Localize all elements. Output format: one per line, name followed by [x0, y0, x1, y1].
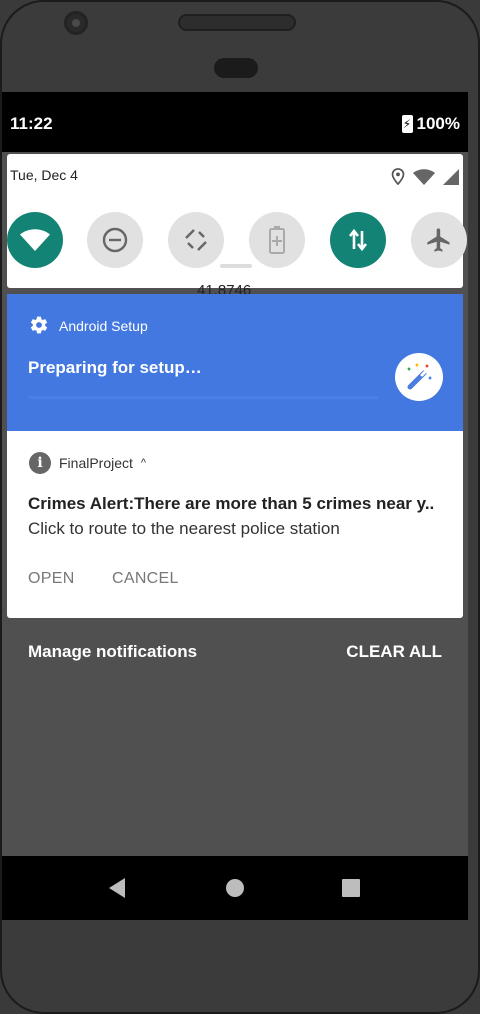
notification-text: Click to route to the nearest police sta… [28, 519, 340, 538]
mobile-data-tile[interactable] [330, 212, 386, 268]
collapse-caret-icon[interactable]: ^ [141, 457, 146, 469]
auto-rotate-tile[interactable] [168, 212, 224, 268]
settings-gear-icon [30, 316, 48, 334]
qs-status-icons [391, 168, 459, 185]
notification-title: Crimes Alert:There are more than 5 crime… [28, 494, 435, 513]
recents-square-icon [342, 879, 360, 897]
proximity-sensor [214, 58, 258, 78]
screen: 11:22 100% Tue, Dec 4 [2, 92, 468, 920]
front-camera [64, 11, 88, 35]
qs-tiles [7, 212, 467, 272]
qs-drag-handle[interactable] [220, 264, 252, 268]
battery-charging-icon [401, 115, 413, 133]
finalproject-app-name: FinalProject [59, 455, 133, 471]
info-icon: i [29, 452, 51, 474]
manage-notifications-link[interactable]: Manage notifications [28, 642, 197, 662]
airplane-mode-tile[interactable] [411, 212, 467, 268]
setup-app-name: Android Setup [59, 318, 148, 334]
quick-settings-panel: Tue, Dec 4 [7, 154, 467, 288]
finalproject-header: i FinalProject ^ [29, 452, 146, 474]
cell-signal-icon [443, 168, 459, 185]
navigation-bar [2, 856, 468, 920]
airplane-icon [427, 228, 450, 252]
android-setup-notification[interactable]: Android Setup Preparing for setup… [7, 294, 463, 431]
setup-wand-icon [395, 353, 443, 401]
battery-saver-tile[interactable] [249, 212, 305, 268]
clear-all-button[interactable]: CLEAR ALL [346, 642, 442, 662]
wifi-tile[interactable] [7, 212, 63, 268]
battery-saver-icon [269, 226, 285, 254]
location-icon [391, 168, 405, 185]
home-button[interactable] [223, 876, 247, 900]
wifi-icon [20, 229, 50, 251]
home-circle-icon [226, 879, 244, 897]
do-not-disturb-tile[interactable] [87, 212, 143, 268]
data-arrows-icon [348, 228, 368, 252]
auto-rotate-icon [185, 229, 207, 251]
setup-title: Preparing for setup… [28, 358, 202, 377]
qs-date: Tue, Dec 4 [10, 167, 78, 183]
recents-button[interactable] [339, 876, 363, 900]
finalproject-notification[interactable]: i FinalProject ^ Crimes Alert:There are … [7, 431, 463, 618]
back-triangle-icon [109, 878, 125, 898]
wifi-signal-icon [413, 168, 435, 185]
setup-progress-bar [28, 396, 378, 399]
do-not-disturb-icon [102, 227, 128, 253]
earpiece-speaker [178, 14, 296, 31]
status-time: 11:22 [10, 114, 53, 133]
status-battery: 100% [401, 114, 460, 134]
cancel-button[interactable]: CANCEL [112, 570, 179, 588]
back-button[interactable] [105, 876, 129, 900]
notification-footer: Manage notifications CLEAR ALL [2, 638, 468, 668]
open-button[interactable]: OPEN [28, 570, 75, 588]
status-bar: 11:22 100% [2, 92, 468, 152]
battery-percent: 100% [416, 114, 460, 133]
